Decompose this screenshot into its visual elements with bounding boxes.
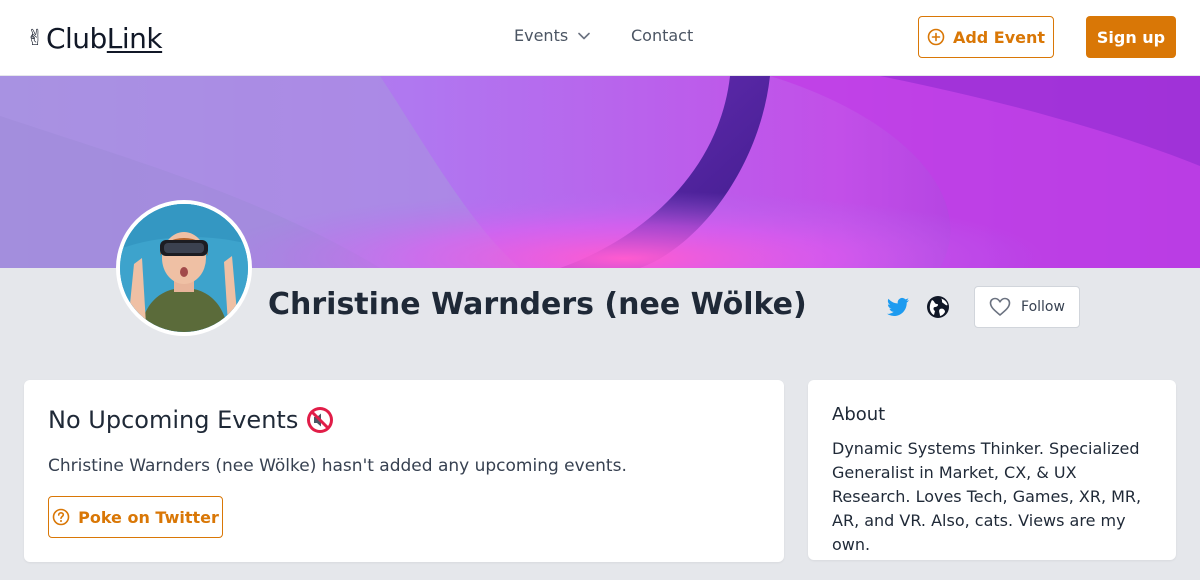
follow-label: Follow (1021, 299, 1065, 315)
logo-text-link: Link (106, 21, 163, 55)
victory-hand-icon: ✌ (26, 25, 44, 51)
heart-icon (989, 297, 1011, 316)
question-circle-icon (52, 508, 70, 526)
twitter-icon (887, 297, 909, 316)
nav-events-dropdown[interactable]: Events (514, 26, 590, 45)
muted-speaker-icon (307, 407, 334, 433)
poke-on-twitter-button[interactable]: Poke on Twitter (48, 496, 223, 538)
about-bio: Dynamic Systems Thinker. Specialized Gen… (832, 439, 1142, 554)
upcoming-events-card: No Upcoming Events Christine Warnders (n… (24, 380, 784, 562)
poke-label: Poke on Twitter (78, 507, 219, 527)
avatar-photo (120, 204, 248, 332)
globe-icon (927, 296, 949, 318)
profile-avatar (116, 200, 252, 336)
nav-contact-link[interactable]: Contact (631, 26, 693, 45)
logo-text-club: Club (45, 21, 107, 55)
events-heading-text: No Upcoming Events (48, 406, 299, 434)
events-heading: No Upcoming Events (48, 406, 334, 434)
sign-up-button[interactable]: Sign up (1086, 16, 1176, 58)
top-navbar: ✌ Club Link Events Contact Add Event Sign… (0, 0, 1200, 76)
nav-events-label: Events (514, 26, 569, 45)
about-card: About Dynamic Systems Thinker. Specializ… (808, 380, 1176, 560)
about-heading: About (832, 404, 886, 425)
clublink-logo[interactable]: ✌ Club Link (26, 20, 163, 56)
no-events-message: Christine Warnders (nee Wölke) hasn't ad… (48, 456, 627, 476)
plus-circle-icon (927, 28, 945, 46)
profile-name: Christine Warnders (nee Wölke) (268, 287, 807, 322)
follow-button[interactable]: Follow (974, 286, 1080, 328)
chevron-down-icon (578, 32, 590, 39)
twitter-profile-link[interactable] (886, 295, 910, 323)
website-link[interactable] (926, 295, 950, 323)
add-event-label: Add Event (952, 27, 1046, 47)
add-event-button[interactable]: Add Event (918, 16, 1054, 58)
